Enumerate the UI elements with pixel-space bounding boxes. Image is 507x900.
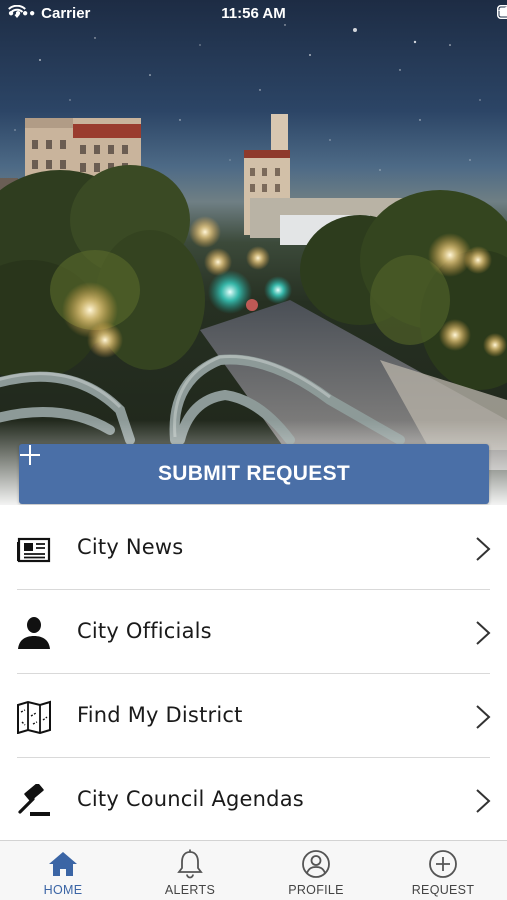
submit-request-button[interactable]: SUBMIT REQUEST xyxy=(19,444,489,504)
chevron-right-icon xyxy=(476,537,491,561)
home-icon xyxy=(49,852,77,876)
newspaper-icon xyxy=(17,537,51,563)
tab-label: REQUEST xyxy=(411,883,475,897)
hero-image: ●●●● Carrier 11:56 AM SUBMIT REQUEST xyxy=(0,0,507,505)
tab-request[interactable]: REQUEST xyxy=(380,841,506,900)
tab-label: ALERTS xyxy=(164,883,216,897)
tab-bar: HOME ALERTS PROFILE REQUEST xyxy=(0,840,507,900)
menu-item-label: Find My District xyxy=(77,703,243,727)
tab-profile[interactable]: PROFILE xyxy=(253,841,379,900)
menu-item-city-council-agendas[interactable]: City Council Agendas xyxy=(0,758,507,842)
profile-icon xyxy=(302,850,330,878)
submit-request-label: SUBMIT REQUEST xyxy=(157,462,351,485)
tab-label: HOME xyxy=(43,883,83,897)
menu-item-label: City Officials xyxy=(77,619,212,643)
chevron-right-icon xyxy=(476,789,491,813)
chevron-right-icon xyxy=(476,705,491,729)
menu-item-city-officials[interactable]: City Officials xyxy=(0,590,507,674)
status-bar: ●●●● Carrier 11:56 AM xyxy=(0,0,507,28)
battery-icon xyxy=(497,5,507,19)
status-time: 11:56 AM xyxy=(221,5,286,22)
chevron-right-icon xyxy=(476,621,491,645)
tab-label: PROFILE xyxy=(288,883,344,897)
bell-icon xyxy=(177,849,203,879)
person-icon xyxy=(18,617,50,649)
tab-home[interactable]: HOME xyxy=(0,841,126,900)
menu-item-label: City Council Agendas xyxy=(77,787,304,811)
menu-item-label: City News xyxy=(77,535,184,559)
menu-item-city-news[interactable]: City News xyxy=(0,506,507,590)
tab-alerts[interactable]: ALERTS xyxy=(127,841,253,900)
gavel-icon xyxy=(18,784,50,816)
plus-icon xyxy=(20,445,40,465)
menu-item-find-my-district[interactable]: Find My District xyxy=(0,674,507,758)
plus-circle-icon xyxy=(429,850,457,878)
city-night-illustration xyxy=(0,24,507,505)
menu-list: City News City Officials Find My Distric… xyxy=(0,506,507,842)
map-icon xyxy=(17,700,51,734)
